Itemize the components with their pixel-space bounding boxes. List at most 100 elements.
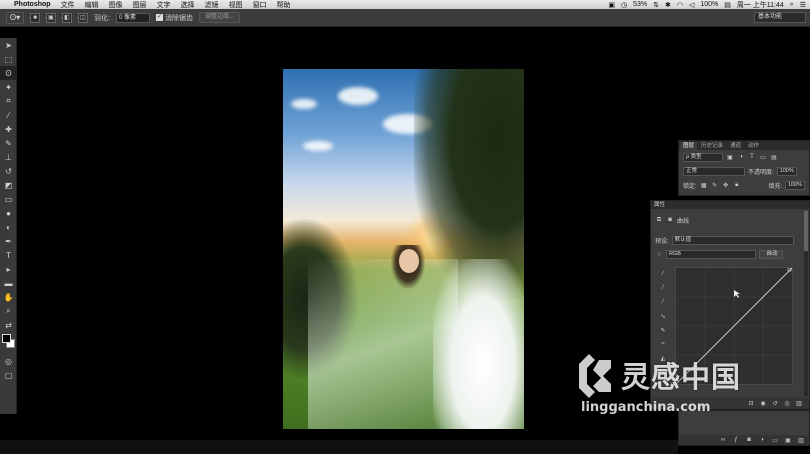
lasso-tool-icon[interactable]: ʘ <box>0 66 17 80</box>
antialias-checkbox[interactable]: ✓ 消除锯齿 <box>155 13 193 23</box>
history-brush-icon[interactable]: ↺ <box>0 164 17 178</box>
tab-channels[interactable]: 通道 <box>727 142 744 150</box>
fill-input[interactable]: 100% <box>785 180 805 190</box>
search-icon[interactable]: ⌕ <box>790 1 794 9</box>
gray-point-eyedropper-icon[interactable]: ⁄ <box>655 281 671 295</box>
lock-all-icon[interactable]: 🔒︎ <box>733 181 741 189</box>
mask-icon[interactable]: ◙ <box>666 216 674 224</box>
preset-select[interactable]: 默认值 <box>671 235 794 245</box>
white-point-eyedropper-icon[interactable]: ⁄ <box>655 295 671 309</box>
flag-icon[interactable]: ▤ <box>724 1 731 9</box>
marquee-tool-icon[interactable]: ⬚ <box>0 52 17 66</box>
list-icon[interactable]: ☰ <box>800 1 806 9</box>
layers-footer-bar: ∞ ƒ ◙ ◑ ▭ ▣ ▥ <box>679 435 809 445</box>
clock-icon[interactable]: ◷ <box>621 1 627 9</box>
display-icon[interactable]: ▣ <box>608 1 615 9</box>
new-group-icon[interactable]: ▭ <box>771 436 779 444</box>
face <box>399 249 419 273</box>
hand-tool-icon[interactable]: ✋ <box>0 290 17 304</box>
clone-stamp-icon[interactable]: ⊥ <box>0 150 17 164</box>
kind-filter-select[interactable]: ρ 类型 <box>683 152 723 162</box>
swap-colors-icon[interactable]: ⇄ <box>0 318 17 332</box>
tab-layers[interactable]: 图层 <box>680 142 698 150</box>
tab-history[interactable]: 历史记录 <box>698 142 726 150</box>
cloud <box>338 87 378 105</box>
volume-icon[interactable]: ◁ <box>689 1 694 9</box>
image-filter-icon[interactable]: ▣ <box>726 153 734 161</box>
foreground-color-swatch[interactable] <box>2 334 11 343</box>
dress <box>433 259 524 429</box>
crop-tool-icon[interactable]: ⌗ <box>0 94 17 108</box>
network-icon[interactable]: ⇅ <box>653 1 659 9</box>
healing-brush-icon[interactable]: ✚ <box>0 122 17 136</box>
color-swatches[interactable] <box>0 332 17 354</box>
smooth-icon[interactable]: ≈ <box>655 337 671 351</box>
antialias-label: 消除锯齿 <box>164 14 193 22</box>
channel-row: ☜ RGB 自动 <box>651 247 809 261</box>
opacity-input[interactable]: 100% <box>776 166 797 176</box>
checkmark-icon: ✓ <box>155 14 163 21</box>
quick-mask-icon[interactable]: ◎ <box>0 354 17 368</box>
adjustment-filter-icon[interactable]: ◑ <box>737 153 745 161</box>
gradient-tool-icon[interactable]: ▭ <box>0 192 17 206</box>
delete-layer-icon[interactable]: ▥ <box>797 436 805 444</box>
brush-tool-icon[interactable]: ✎ <box>0 136 17 150</box>
status-bar <box>0 440 678 454</box>
add-mask-icon[interactable]: ◙ <box>745 436 753 444</box>
dodge-tool-icon[interactable]: ◐ <box>0 220 17 234</box>
feather-input[interactable]: 0 像素 <box>115 12 150 23</box>
shape-tool-icon[interactable]: ▬ <box>0 276 17 290</box>
move-tool-icon[interactable]: ➤ <box>0 38 17 52</box>
lock-move-icon[interactable]: ✥ <box>722 181 730 189</box>
bluetooth-icon[interactable]: ✱ <box>665 1 671 9</box>
workspace-select[interactable]: 基本功能 <box>754 12 806 23</box>
screen-mode-icon[interactable]: ▢ <box>0 368 17 382</box>
properties-scrollbar[interactable] <box>804 211 808 396</box>
battery-percent: 53% <box>633 1 648 8</box>
blur-tool-icon[interactable]: ● <box>0 206 17 220</box>
lock-label: 锁定: <box>683 183 697 190</box>
app-menu[interactable]: Photoshop <box>14 1 51 8</box>
layers-panel: 图层 历史记录 通道 动作 ρ 类型 ▣ ◑ T ▭ ▤ 正常 不透明度: 10… <box>678 140 810 196</box>
link-layers-icon[interactable]: ∞ <box>719 436 727 444</box>
type-tool-icon[interactable]: T <box>0 248 17 262</box>
tab-actions[interactable]: 动作 <box>745 142 762 150</box>
curve-point-icon[interactable]: ∿ <box>655 309 671 323</box>
options-bar: ʘ▾ ■ ▣ ◧ ◫ 羽化: 0 像素 ✓ 消除锯齿 调整边缘... 基本功能 <box>0 9 810 27</box>
intersect-selection-icon[interactable]: ◫ <box>78 12 88 23</box>
lock-paint-icon[interactable]: ✎ <box>711 181 719 189</box>
pencil-draw-icon[interactable]: ✎ <box>655 323 671 337</box>
menu-bar: Photoshop 文件 编辑 图像 图层 文字 选择 滤镜 视图 窗口 帮助 … <box>0 0 810 9</box>
lock-row: 锁定: ▦ ✎ ✥ 🔒︎ 填充: 100% <box>679 178 809 192</box>
pen-tool-icon[interactable]: ✒ <box>0 234 17 248</box>
lock-pixels-icon[interactable]: ▦ <box>700 181 708 189</box>
tools-panel: ➤ ⬚ ʘ ✦ ⌗ ⁄ ✚ ✎ ⊥ ↺ ◩ ▭ ● ◐ ✒ T ▸ ▬ ✋ ⌕ … <box>0 38 17 414</box>
black-point-eyedropper-icon[interactable]: ⁄ <box>655 267 671 281</box>
channel-select[interactable]: RGB <box>666 249 756 259</box>
subtract-selection-icon[interactable]: ◧ <box>62 12 72 23</box>
auto-button[interactable]: 自动 <box>759 249 783 259</box>
blend-mode-select[interactable]: 正常 <box>683 166 745 176</box>
zoom-tool-icon[interactable]: ⌕ <box>0 304 17 318</box>
smart-filter-icon[interactable]: ▤ <box>770 153 778 161</box>
new-selection-icon[interactable]: ■ <box>30 12 40 23</box>
fx-icon[interactable]: ƒ <box>732 436 740 444</box>
scroll-thumb[interactable] <box>804 211 808 251</box>
eyedropper-icon[interactable]: ⁄ <box>0 108 17 122</box>
target-adjust-icon[interactable]: ☜ <box>655 250 663 258</box>
refine-edge-button[interactable]: 调整边缘... <box>198 12 240 23</box>
eraser-tool-icon[interactable]: ◩ <box>0 178 17 192</box>
adjustment-name: 曲线 <box>677 218 690 225</box>
lasso-preset-icon[interactable]: ʘ▾ <box>6 11 24 24</box>
new-adjustment-icon[interactable]: ◑ <box>758 436 766 444</box>
path-selection-icon[interactable]: ▸ <box>0 262 17 276</box>
add-selection-icon[interactable]: ▣ <box>46 12 56 23</box>
shape-filter-icon[interactable]: ▭ <box>759 153 767 161</box>
magic-wand-icon[interactable]: ✦ <box>0 80 17 94</box>
wifi-icon[interactable]: ◠ <box>677 1 683 9</box>
properties-title: 属性 <box>651 201 809 209</box>
new-layer-icon[interactable]: ▣ <box>784 436 792 444</box>
blend-row: 正常 不透明度: 100% <box>679 164 809 178</box>
canvas-image[interactable] <box>283 69 524 429</box>
type-filter-icon[interactable]: T <box>748 153 756 161</box>
